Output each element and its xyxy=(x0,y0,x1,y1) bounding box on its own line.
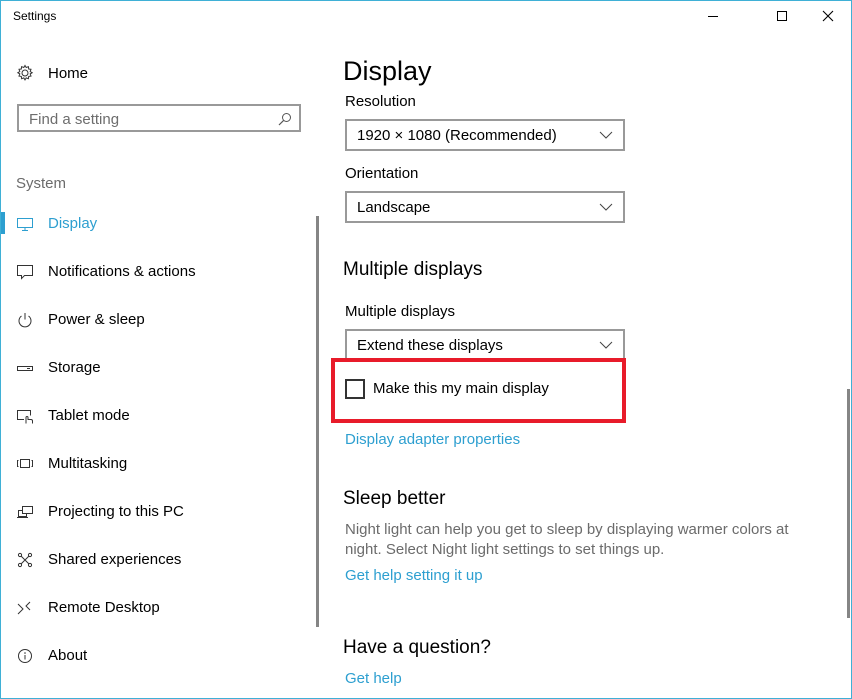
window-title: Settings xyxy=(13,9,57,23)
sidebar-item-remote-desktop[interactable]: Remote Desktop xyxy=(0,588,310,628)
chevron-down-icon xyxy=(599,341,613,349)
sidebar-item-projecting[interactable]: Projecting to this PC xyxy=(0,492,310,532)
sidebar-item-display[interactable]: Display xyxy=(0,204,310,244)
sidebar-item-label: Storage xyxy=(48,359,101,376)
get-help-setting-it-up-link[interactable]: Get help setting it up xyxy=(345,567,483,584)
sidebar-scrollbar[interactable] xyxy=(316,216,319,627)
minimize-icon xyxy=(708,16,718,17)
search-placeholder: Find a setting xyxy=(29,111,120,128)
sidebar-item-multitasking[interactable]: Multitasking xyxy=(0,444,310,484)
sidebar-item-label: Projecting to this PC xyxy=(48,503,184,520)
maximize-icon xyxy=(777,11,787,21)
resolution-label: Resolution xyxy=(345,93,416,110)
multiple-displays-dropdown[interactable]: Extend these displays xyxy=(345,329,625,361)
search-icon[interactable] xyxy=(278,112,292,126)
sidebar-item-label: About xyxy=(48,647,88,664)
home-label: Home xyxy=(48,64,89,82)
chevron-down-icon xyxy=(599,203,613,211)
sidebar-item-storage[interactable]: Storage xyxy=(0,348,310,388)
orientation-label: Orientation xyxy=(345,165,419,182)
chevron-down-icon xyxy=(599,131,613,139)
multiple-displays-heading: Multiple displays xyxy=(343,259,483,280)
sidebar-item-tablet-mode[interactable]: Tablet mode xyxy=(0,396,310,436)
sidebar-item-label: Multitasking xyxy=(48,455,128,472)
info-icon xyxy=(18,649,32,663)
display-adapter-properties-link[interactable]: Display adapter properties xyxy=(345,431,520,448)
sidebar-item-shared-experiences[interactable]: Shared experiences xyxy=(0,540,310,580)
monitor-icon xyxy=(17,218,33,231)
sidebar-item-label: Shared experiences xyxy=(48,551,182,568)
resolution-dropdown[interactable]: 1920 × 1080 (Recommended) xyxy=(345,119,625,151)
sidebar-item-label: Display xyxy=(48,215,98,232)
section-label-system: System xyxy=(16,175,67,192)
sleep-better-description: Night light can help you get to sleep by… xyxy=(345,521,789,558)
drive-icon xyxy=(17,366,33,371)
remote-desktop-icon xyxy=(17,601,31,615)
multiple-displays-label: Multiple displays xyxy=(345,303,456,320)
have-a-question-heading: Have a question? xyxy=(343,637,491,658)
sidebar-item-label: Remote Desktop xyxy=(48,599,160,616)
sidebar-item-label: Tablet mode xyxy=(48,407,130,424)
sidebar-item-label: Power & sleep xyxy=(48,311,145,328)
multitasking-icon xyxy=(17,459,33,468)
get-help-link[interactable]: Get help xyxy=(345,670,402,687)
title-bar: Settings xyxy=(0,0,852,32)
sidebar-item-about[interactable]: About xyxy=(0,636,310,676)
close-button[interactable] xyxy=(805,0,851,32)
shared-experiences-icon xyxy=(17,552,33,568)
home-button[interactable]: Home xyxy=(16,62,88,84)
maximize-button[interactable] xyxy=(759,0,805,32)
search-input[interactable]: Find a setting xyxy=(17,104,301,132)
orientation-value: Landscape xyxy=(357,199,431,216)
projecting-icon xyxy=(17,506,33,518)
sidebar-item-notifications[interactable]: Notifications & actions xyxy=(0,252,310,292)
multiple-displays-value: Extend these displays xyxy=(357,337,503,354)
sidebar-item-label: Notifications & actions xyxy=(48,263,196,280)
tablet-mode-icon xyxy=(17,410,33,424)
power-icon xyxy=(18,313,32,328)
close-icon xyxy=(822,10,834,22)
message-icon xyxy=(17,265,33,280)
orientation-dropdown[interactable]: Landscape xyxy=(345,191,625,223)
content-scrollbar[interactable] xyxy=(847,389,850,618)
sleep-better-heading: Sleep better xyxy=(343,488,446,509)
page-title: Display xyxy=(343,56,432,86)
minimize-button[interactable] xyxy=(690,0,736,32)
main-display-checkbox-label[interactable]: Make this my main display xyxy=(373,380,549,397)
main-display-checkbox[interactable] xyxy=(345,379,365,399)
sidebar-item-power-sleep[interactable]: Power & sleep xyxy=(0,300,310,340)
resolution-value: 1920 × 1080 (Recommended) xyxy=(357,127,557,144)
gear-icon xyxy=(16,64,34,81)
